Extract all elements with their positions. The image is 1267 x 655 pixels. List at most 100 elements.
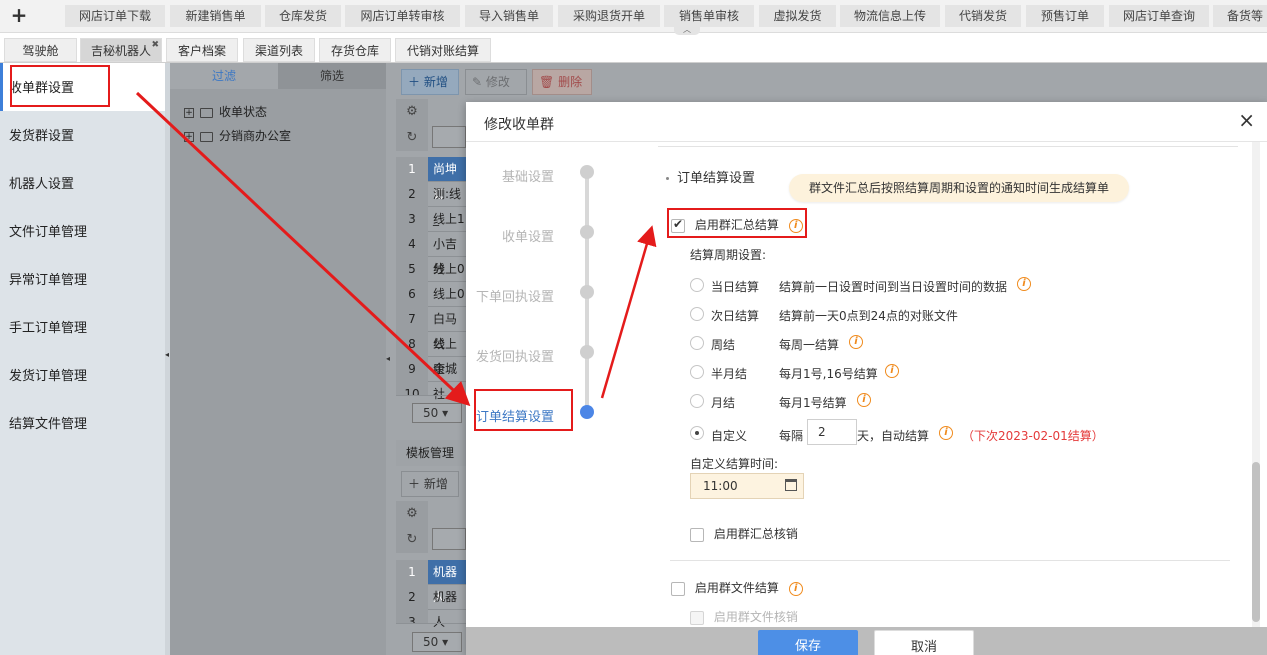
info-icon[interactable]: i	[939, 426, 953, 440]
tab-customers[interactable]: 客户档案	[166, 38, 238, 62]
table-row[interactable]: 5 线上0	[396, 257, 466, 282]
toolbar-button-logistics-upload[interactable]: 物流信息上传	[840, 5, 940, 27]
step-basic[interactable]: 基础设置	[502, 166, 554, 185]
template-add-button[interactable]: ＋ 新增	[401, 471, 459, 497]
radio-selected[interactable]	[690, 426, 704, 440]
scrollbar-thumb[interactable]	[1252, 462, 1260, 622]
calendar-icon[interactable]	[785, 479, 797, 491]
toolbar-button-sales-review[interactable]: 销售单审核	[664, 5, 754, 27]
info-icon[interactable]: i	[788, 581, 803, 596]
tree-node-distributor-office[interactable]: + 分销商办公室	[184, 127, 291, 144]
refresh-icon[interactable]: ↻	[396, 125, 428, 151]
toolbar-button-import-sales[interactable]: 导入销售单	[465, 5, 553, 27]
sidebar-item-settle-files[interactable]: 结算文件管理	[9, 413, 87, 432]
option-custom[interactable]: 自定义 每隔 2 天，自动结算 i （下次2023-02-01结算）	[690, 418, 1140, 448]
toolbar-button-order-to-review[interactable]: 网店订单转审核	[345, 5, 460, 27]
option-weekly[interactable]: 周结 每周一结算 i	[690, 335, 863, 352]
sidebar-item-manual-orders[interactable]: 手工订单管理	[9, 317, 87, 336]
toolbar-button-warehouse-ship[interactable]: 仓库发货	[265, 5, 341, 27]
radio[interactable]	[690, 393, 704, 408]
table-row[interactable]: 4 小吉分	[396, 232, 466, 276]
collapse-toolbar-icon[interactable]: ︿	[674, 26, 700, 35]
info-icon[interactable]: i	[1017, 277, 1031, 291]
checkbox[interactable]	[690, 527, 704, 542]
tab-robot[interactable]: 吉秘机器人 ✖	[80, 38, 162, 62]
cancel-button[interactable]: 取消	[874, 630, 974, 655]
delete-button[interactable]: 🗑 删除	[532, 69, 592, 95]
toolbar-button-virtual-ship[interactable]: 虚拟发货	[759, 5, 836, 27]
option-semimonthly[interactable]: 半月结 每月1号,16号结算 i	[690, 364, 899, 381]
save-button[interactable]: 保存	[758, 630, 858, 655]
enable-summary-writeoff-checkbox[interactable]: 启用群汇总核销	[690, 525, 798, 542]
expand-icon[interactable]: +	[184, 131, 194, 142]
custom-time-input[interactable]: 11:00	[690, 473, 804, 499]
tab-consign-settle[interactable]: 代销对账结算	[395, 38, 491, 62]
info-icon[interactable]: i	[849, 335, 863, 349]
sidebar-item-file-orders[interactable]: 文件订单管理	[9, 221, 87, 240]
sidebar-item-abnormal-orders[interactable]: 异常订单管理	[9, 269, 87, 288]
sidebar-item-ship-orders[interactable]: 发货订单管理	[9, 365, 87, 384]
template-filter-input[interactable]	[432, 528, 466, 550]
checkbox[interactable]	[671, 581, 685, 596]
tab-screen[interactable]: 筛选	[278, 63, 386, 89]
table-row[interactable]: 1 尚坤订	[396, 157, 466, 201]
step-ship-receipt[interactable]: 发货回执设置	[476, 346, 554, 365]
toolbar-button-stock[interactable]: 备货等	[1213, 5, 1267, 27]
grid-filter-input[interactable]	[432, 126, 466, 148]
toolbar-button-presale[interactable]: 预售订单	[1026, 5, 1104, 27]
table-row[interactable]: 1 机器人	[396, 560, 466, 604]
step-dot[interactable]	[580, 225, 594, 239]
step-dot-active[interactable]	[580, 405, 594, 419]
table-row[interactable]: 6 线上0	[396, 282, 466, 307]
toolbar-button-purchase-return[interactable]: 采购退货开单	[558, 5, 660, 27]
tab-cockpit[interactable]: 驾驶舱	[4, 38, 77, 62]
add-icon[interactable]: +	[0, 0, 38, 33]
table-row[interactable]: 3 线上1	[396, 207, 466, 232]
info-icon[interactable]: i	[857, 393, 871, 407]
collapse-left-icon[interactable]: ◂	[165, 350, 169, 359]
tab-channels[interactable]: 渠道列表	[243, 38, 315, 62]
settings-icon[interactable]: ⚙	[396, 99, 428, 125]
toolbar-button-online-order-download[interactable]: 网店订单下载	[65, 5, 165, 27]
option-same-day[interactable]: 当日结算 结算前一日设置时间到当日设置时间的数据 i	[690, 277, 1031, 294]
table-row[interactable]: 9 康城社	[396, 357, 466, 401]
tab-inventory[interactable]: 存货仓库	[319, 38, 391, 62]
step-dot[interactable]	[580, 345, 594, 359]
table-row[interactable]: 10	[396, 382, 466, 396]
toolbar-button-order-query[interactable]: 网店订单查询	[1109, 5, 1209, 27]
page-size-select[interactable]: 50 ▾	[412, 403, 462, 423]
refresh-icon[interactable]: ↻	[396, 527, 428, 553]
radio[interactable]	[690, 364, 704, 379]
sidebar-item-robot[interactable]: 机器人设置	[9, 173, 74, 192]
table-row[interactable]: 2 测:线_	[396, 182, 466, 226]
table-row[interactable]: 3	[396, 610, 466, 624]
close-icon[interactable]: ×	[1238, 110, 1255, 130]
tab-filter[interactable]: 过滤	[170, 63, 278, 89]
settings-icon[interactable]: ⚙	[396, 501, 428, 527]
enable-file-settle-checkbox[interactable]: 启用群文件结算 i	[671, 579, 803, 596]
edit-button[interactable]: ✎ 修改	[465, 69, 527, 95]
tree-node-receive-status[interactable]: + 收单状态	[184, 103, 267, 120]
radio[interactable]	[690, 277, 704, 292]
radio[interactable]	[690, 306, 704, 321]
table-row[interactable]: 7 白马公	[396, 307, 466, 351]
dialog-scrollbar[interactable]	[1252, 142, 1260, 629]
add-button[interactable]: ＋ 新增	[401, 69, 459, 95]
checkbox-disabled[interactable]	[690, 610, 704, 625]
close-icon[interactable]: ✖	[151, 33, 159, 57]
expand-icon[interactable]: +	[184, 107, 194, 118]
option-monthly[interactable]: 月结 每月1号结算 i	[690, 393, 871, 410]
sidebar-item-ship-group[interactable]: 发货群设置	[9, 125, 74, 144]
toolbar-button-consign-ship[interactable]: 代销发货	[945, 5, 1021, 27]
page-size-select[interactable]: 50 ▾	[412, 632, 462, 652]
info-icon[interactable]: i	[885, 364, 899, 378]
collapse-filter-icon[interactable]: ◂	[386, 354, 390, 363]
enable-file-writeoff-checkbox[interactable]: 启用群文件核销	[690, 608, 798, 625]
interval-days-input[interactable]: 2	[807, 419, 857, 445]
option-next-day[interactable]: 次日结算 结算前一天0点到24点的对账文件	[690, 306, 958, 323]
step-dot[interactable]	[580, 165, 594, 179]
step-receive[interactable]: 收单设置	[502, 226, 554, 245]
step-order-receipt[interactable]: 下单回执设置	[476, 286, 554, 305]
table-row[interactable]: 8 线上企	[396, 332, 466, 376]
table-row[interactable]: 2 机器人	[396, 585, 466, 629]
